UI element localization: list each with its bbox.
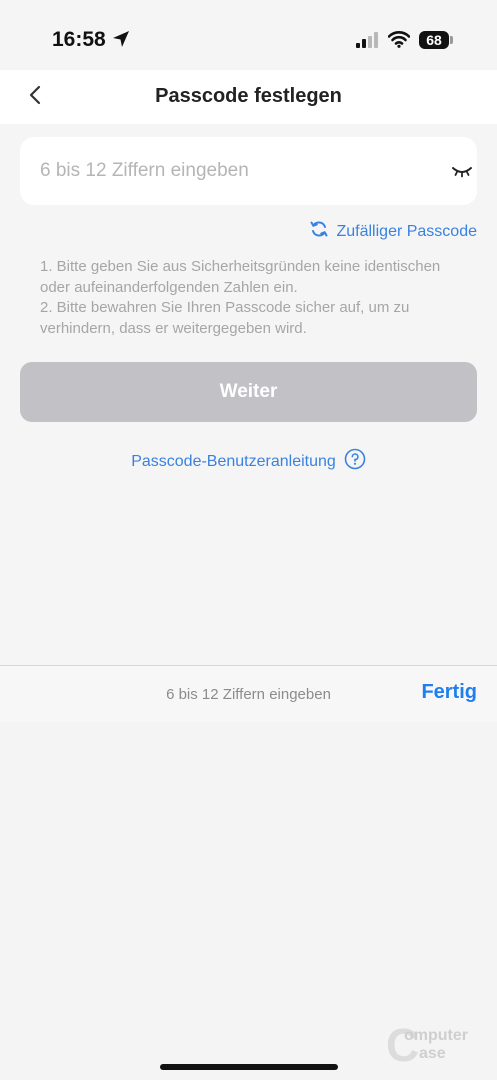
watermark-line2: ase xyxy=(419,1045,446,1062)
page-title: Passcode festlegen xyxy=(155,85,342,107)
watermark-line1: omputer xyxy=(404,1027,468,1044)
passcode-field[interactable] xyxy=(20,137,477,205)
computerbase-watermark: C omputer ase xyxy=(386,1019,490,1071)
done-button[interactable]: Fertig xyxy=(421,681,477,704)
battery-icon: 68 xyxy=(419,31,449,49)
eye-closed-icon[interactable] xyxy=(451,165,473,184)
battery-cap xyxy=(450,36,453,44)
next-button[interactable]: Weiter xyxy=(20,362,477,422)
hint-item: 2. Bitte bewahren Sie Ihren Passcode sic… xyxy=(40,299,410,337)
location-arrow-icon xyxy=(112,30,130,53)
passcode-guide-link[interactable]: Passcode-Benutzeranleitung xyxy=(0,448,497,475)
guide-label: Passcode-Benutzeranleitung xyxy=(131,452,336,470)
cellular-signal-icon xyxy=(356,32,380,53)
passcode-input[interactable] xyxy=(40,137,420,205)
hint-item: 1. Bitte geben Sie aus Sicherheitsgründe… xyxy=(40,258,441,296)
status-time: 16:58 xyxy=(52,28,106,51)
refresh-icon xyxy=(310,220,336,243)
help-circle-icon xyxy=(336,448,366,475)
nav-bar: Passcode festlegen xyxy=(0,70,497,124)
keyboard-toolbar: 6 bis 12 Ziffern eingeben Fertig xyxy=(0,665,497,722)
status-bar: 16:58 68 xyxy=(0,0,497,70)
passcode-hints: 1. Bitte geben Sie aus Sicherheitsgründe… xyxy=(40,257,460,339)
random-passcode-link[interactable]: Zufälliger Passcode xyxy=(310,220,477,243)
wifi-icon xyxy=(387,30,411,53)
random-passcode-label: Zufälliger Passcode xyxy=(336,222,477,240)
home-indicator[interactable] xyxy=(160,1064,338,1070)
